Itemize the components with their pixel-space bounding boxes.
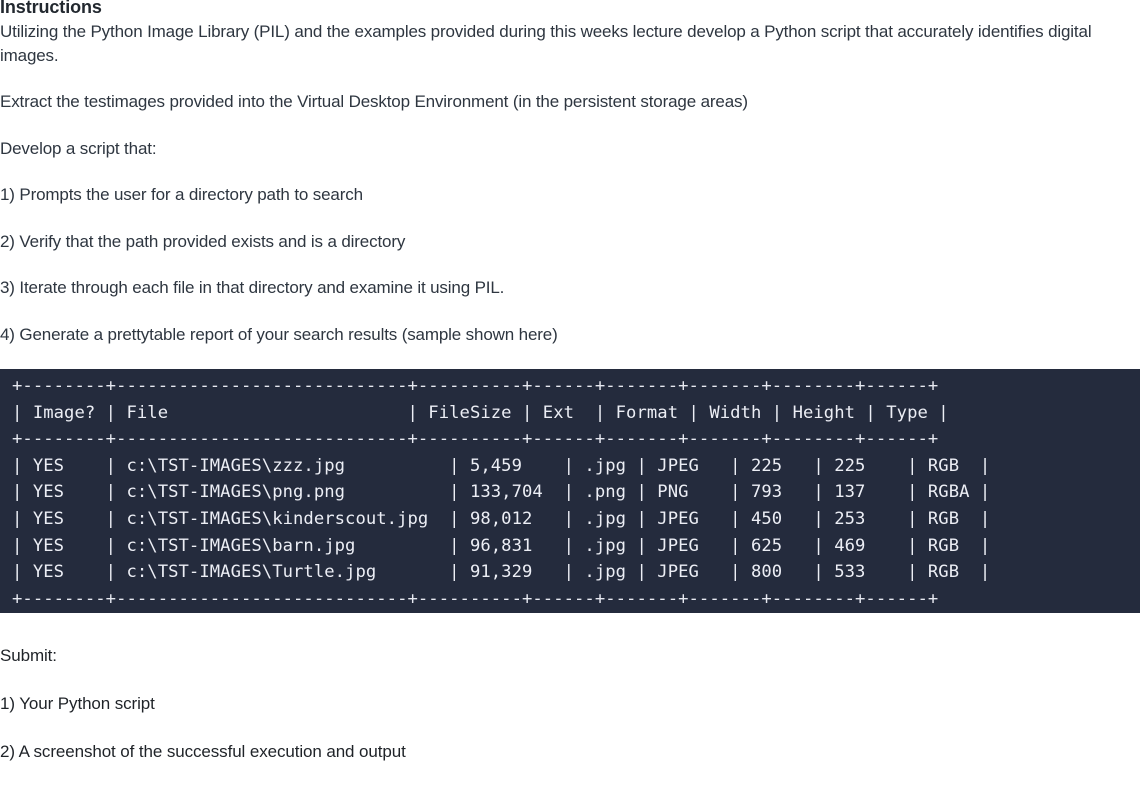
table-rule-header: +--------+----------------------------+-… [12,429,939,450]
table-header-row: | Image? | File | FileSize | Ext | Forma… [12,402,949,423]
table-row: | YES | c:\TST-IMAGES\kinderscout.jpg | … [12,508,991,529]
table-row: | YES | c:\TST-IMAGES\png.png | 133,704 … [12,482,991,503]
instructions-paragraph-1: Utilizing the Python Image Library (PIL)… [0,22,1092,65]
terminal-content: +--------+----------------------------+-… [0,369,1140,613]
page-title: Instructions [0,0,102,17]
instructions-paragraph-3: Develop a script that: [0,138,157,158]
table-row: | YES | c:\TST-IMAGES\Turtle.jpg | 91,32… [12,562,991,583]
table-row: | YES | c:\TST-IMAGES\barn.jpg | 96,831 … [12,535,991,556]
prettytable-output-block: +--------+----------------------------+-… [0,369,1140,613]
submit-label: Submit: [0,646,57,665]
table-rule-top: +--------+----------------------------+-… [12,376,939,396]
instructions-page: Instructions Utilizing the Python Image … [0,0,1140,788]
instructions-paragraph-2: Extract the testimages provided into the… [0,92,748,111]
table-row: | YES | c:\TST-IMAGES\zzz.jpg | 5,459 | … [12,455,991,476]
submit-section: Submit: 1) Your Python script 2) A scree… [0,644,1140,788]
instructions-step-3: 3) Iterate through each file in that dir… [0,278,505,297]
table-rule-bottom: +--------+----------------------------+-… [12,588,939,609]
table-trailing-bar: | [12,612,1140,613]
instructions-step-1: 1) Prompts the user for a directory path… [0,185,363,204]
submit-item-1: 1) Your Python script [0,694,155,713]
submit-item-2: 2) A screenshot of the successful execut… [0,742,406,761]
instructions-step-2: 2) Verify that the path provided exists … [0,231,406,251]
instructions-step-4: 4) Generate a prettytable report of your… [0,324,558,344]
instructions-section: Instructions Utilizing the Python Image … [0,0,1140,346]
